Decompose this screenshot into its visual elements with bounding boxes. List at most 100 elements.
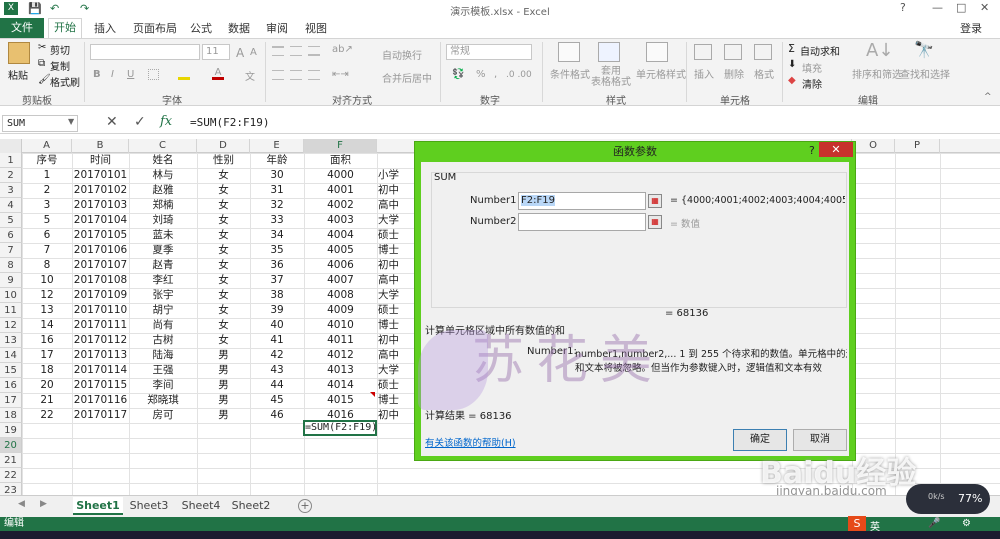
help-button[interactable]: ? xyxy=(900,1,906,14)
column-header-o[interactable]: O xyxy=(852,139,895,153)
row-header[interactable]: 5 xyxy=(0,213,22,228)
align-center-icon[interactable] xyxy=(290,70,302,80)
sheet-tab-sheet1[interactable]: Sheet1 xyxy=(73,497,123,515)
cut-button[interactable]: 剪切 xyxy=(50,42,70,57)
table-cell[interactable]: 女 xyxy=(197,228,250,243)
border-icon[interactable] xyxy=(148,69,159,80)
sheet-tab-sheet2[interactable]: Sheet2 xyxy=(228,497,274,515)
header-cell[interactable]: 性别 xyxy=(197,153,250,168)
table-cell[interactable]: 6 xyxy=(22,228,72,243)
table-cell[interactable]: 20170114 xyxy=(72,363,129,378)
tab-file[interactable]: 文件 xyxy=(0,18,44,38)
tab-review[interactable]: 审阅 xyxy=(266,20,288,36)
minimize-button[interactable]: — xyxy=(932,1,943,14)
table-cell[interactable]: 女 xyxy=(197,243,250,258)
sort-filter-button[interactable]: 排序和筛选 xyxy=(852,66,902,81)
font-name-select[interactable] xyxy=(90,44,200,60)
align-right-icon[interactable] xyxy=(308,70,320,80)
table-cell[interactable]: 郑晓琪 xyxy=(129,393,197,408)
table-cell[interactable]: 女 xyxy=(197,318,250,333)
table-cell[interactable]: 32 xyxy=(250,198,304,213)
ime-icon[interactable]: S xyxy=(848,516,866,532)
insert-function-button[interactable]: fx xyxy=(160,114,172,129)
row-header[interactable]: 4 xyxy=(0,198,22,213)
cancel-formula-button[interactable]: ✕ xyxy=(106,114,118,130)
delete-cells-button[interactable]: 删除 xyxy=(724,66,744,81)
table-cell[interactable]: 4011 xyxy=(304,333,377,348)
table-cell[interactable]: 4005 xyxy=(304,243,377,258)
paste-icon[interactable] xyxy=(8,42,30,64)
table-cell[interactable]: 42 xyxy=(250,348,304,363)
table-cell[interactable]: 33 xyxy=(250,213,304,228)
table-cell[interactable]: 男 xyxy=(197,393,250,408)
login-link[interactable]: 登录 xyxy=(960,20,982,36)
table-cell[interactable]: 20 xyxy=(22,378,72,393)
table-cell[interactable]: 20170102 xyxy=(72,183,129,198)
align-left-icon[interactable] xyxy=(272,70,284,80)
tab-formulas[interactable]: 公式 xyxy=(190,20,212,36)
row-header[interactable]: 12 xyxy=(0,318,22,333)
table-cell[interactable]: 46 xyxy=(250,408,304,423)
table-cell[interactable]: 4006 xyxy=(304,258,377,273)
column-header-p[interactable]: P xyxy=(895,139,940,153)
table-cell[interactable]: 20170108 xyxy=(72,273,129,288)
table-cell[interactable]: 12 xyxy=(22,288,72,303)
align-top-icon[interactable] xyxy=(272,46,284,56)
column-header-d[interactable]: D xyxy=(197,139,250,153)
row-header[interactable]: 6 xyxy=(0,228,22,243)
percent-button[interactable]: % xyxy=(476,69,486,80)
row-header[interactable]: 14 xyxy=(0,348,22,363)
insert-cells-icon[interactable] xyxy=(694,44,712,60)
table-cell[interactable]: 女 xyxy=(197,273,250,288)
settings-icon[interactable]: ⚙ xyxy=(962,518,971,529)
table-cell[interactable]: 21 xyxy=(22,393,72,408)
microphone-icon[interactable]: 🎤 xyxy=(928,518,940,529)
prev-sheet-icon[interactable]: ◀ xyxy=(18,499,25,509)
decimal-icon[interactable]: .0 .00 xyxy=(506,70,532,80)
table-cell[interactable]: 张宇 xyxy=(129,288,197,303)
table-cell[interactable]: 女 xyxy=(197,303,250,318)
number2-ref-button[interactable]: ▦ xyxy=(648,215,662,229)
tab-page-layout[interactable]: 页面布局 xyxy=(133,20,177,36)
table-cell[interactable]: 34 xyxy=(250,228,304,243)
number1-input[interactable]: F2:F19 xyxy=(518,192,646,210)
table-cell[interactable]: 4000 xyxy=(304,168,377,183)
align-middle-icon[interactable] xyxy=(290,46,302,56)
merge-center-button[interactable]: 合并后居中 xyxy=(382,70,432,85)
phonetic-button[interactable]: 文 xyxy=(245,68,255,83)
table-cell[interactable]: 43 xyxy=(250,363,304,378)
table-cell[interactable]: 男 xyxy=(197,348,250,363)
row-header[interactable]: 21 xyxy=(0,453,22,468)
table-cell[interactable]: 20170106 xyxy=(72,243,129,258)
table-cell[interactable]: 赵雅 xyxy=(129,183,197,198)
fill-color-icon[interactable] xyxy=(178,70,190,80)
table-cell[interactable]: 13 xyxy=(22,303,72,318)
table-cell[interactable]: 陆海 xyxy=(129,348,197,363)
table-cell[interactable]: 20170103 xyxy=(72,198,129,213)
header-cell[interactable]: 序号 xyxy=(22,153,72,168)
table-cell[interactable]: 31 xyxy=(250,183,304,198)
table-cell[interactable]: 10 xyxy=(22,273,72,288)
table-cell[interactable]: 4010 xyxy=(304,318,377,333)
row-header[interactable]: 1 xyxy=(0,153,22,168)
wrap-text-button[interactable]: 自动换行 xyxy=(382,47,422,62)
table-cell[interactable]: 房可 xyxy=(129,408,197,423)
table-cell[interactable]: 16 xyxy=(22,333,72,348)
row-header[interactable]: 20 xyxy=(0,438,22,453)
table-cell[interactable]: 20170116 xyxy=(72,393,129,408)
column-header-e[interactable]: E xyxy=(250,139,304,153)
fill-icon[interactable]: ⬇ xyxy=(788,59,796,70)
table-cell[interactable]: 林与 xyxy=(129,168,197,183)
collapse-ribbon-icon[interactable]: ^ xyxy=(984,92,992,102)
cut-icon[interactable]: ✂ xyxy=(38,42,46,53)
table-cell[interactable]: 李红 xyxy=(129,273,197,288)
table-cell[interactable]: 4012 xyxy=(304,348,377,363)
clear-icon[interactable]: ◆ xyxy=(788,75,796,86)
format-painter-button[interactable]: 格式刷 xyxy=(50,74,80,89)
table-cell[interactable]: 4009 xyxy=(304,303,377,318)
table-cell[interactable]: 夏季 xyxy=(129,243,197,258)
column-header-a[interactable]: A xyxy=(22,139,72,153)
tab-data[interactable]: 数据 xyxy=(228,20,250,36)
maximize-button[interactable]: □ xyxy=(956,1,966,14)
table-cell[interactable]: 3 xyxy=(22,198,72,213)
